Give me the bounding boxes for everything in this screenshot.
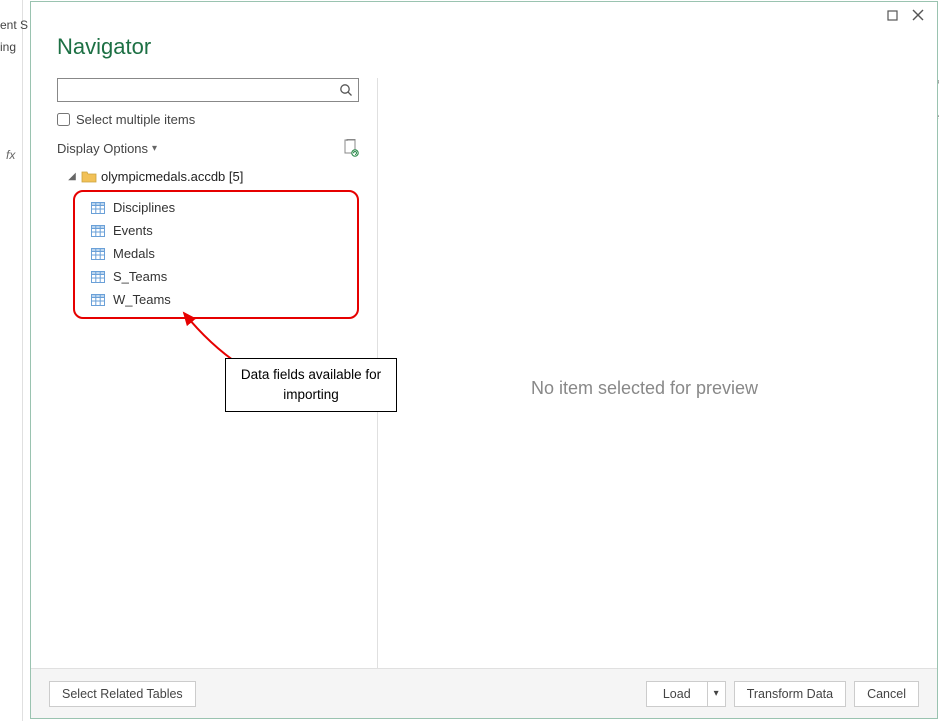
tree-item-w-teams[interactable]: W_Teams [79, 288, 353, 311]
preview-pane: No item selected for preview [377, 78, 911, 668]
maximize-button[interactable] [879, 4, 905, 26]
folder-icon [81, 170, 97, 183]
chevron-down-icon: ▾ [152, 143, 157, 154]
table-icon [91, 225, 105, 237]
display-options-label: Display Options [57, 141, 148, 156]
tree-item-label: W_Teams [113, 292, 171, 307]
tree-item-label: Events [113, 223, 153, 238]
annotation-text: Data fields available for importing [230, 365, 392, 406]
tree-item-events[interactable]: Events [79, 219, 353, 242]
transform-data-button[interactable]: Transform Data [734, 681, 846, 707]
tree-root-database[interactable]: ◢ olympicmedals.accdb [5] [57, 167, 359, 186]
tree-item-label: Medals [113, 246, 155, 261]
select-related-tables-button[interactable]: Select Related Tables [49, 681, 196, 707]
dialog-title: Navigator [57, 34, 911, 60]
dialog-footer: Select Related Tables Load ▾ Transform D… [31, 668, 937, 718]
tree-view: ◢ olympicmedals.accdb [5] Disciplines [57, 167, 359, 668]
bg-text-frag: ing [0, 40, 16, 54]
navigator-dialog: Navigator Select multiple items Display … [30, 1, 938, 719]
tree-item-label: Disciplines [113, 200, 175, 215]
table-icon [91, 248, 105, 260]
search-input[interactable] [62, 79, 338, 101]
database-label: olympicmedals.accdb [5] [101, 169, 243, 184]
select-multiple-row[interactable]: Select multiple items [57, 112, 359, 127]
search-box[interactable] [57, 78, 359, 102]
annotation-callout: Data fields available for importing [225, 358, 397, 412]
collapse-toggle-icon[interactable]: ◢ [67, 171, 77, 182]
table-icon [91, 202, 105, 214]
table-list-highlight: Disciplines Events Medals [73, 190, 359, 319]
formula-bar-fx: fx [6, 148, 15, 162]
bg-text-frag: ent S [0, 18, 28, 32]
tree-item-s-teams[interactable]: S_Teams [79, 265, 353, 288]
select-multiple-checkbox[interactable] [57, 113, 70, 126]
tree-item-label: S_Teams [113, 269, 167, 284]
load-button[interactable]: Load [646, 681, 707, 707]
refresh-icon[interactable] [343, 139, 359, 157]
title-bar [31, 2, 937, 28]
select-multiple-label: Select multiple items [76, 112, 195, 127]
display-options-dropdown[interactable]: Display Options ▾ [57, 141, 157, 156]
tree-item-medals[interactable]: Medals [79, 242, 353, 265]
search-icon[interactable] [338, 82, 354, 98]
close-button[interactable] [905, 4, 931, 26]
table-icon [91, 271, 105, 283]
cancel-button[interactable]: Cancel [854, 681, 919, 707]
no-preview-message: No item selected for preview [531, 378, 758, 399]
table-icon [91, 294, 105, 306]
load-dropdown-button[interactable]: ▾ [707, 681, 726, 707]
tree-item-disciplines[interactable]: Disciplines [79, 196, 353, 219]
load-split-button: Load ▾ [646, 681, 726, 707]
